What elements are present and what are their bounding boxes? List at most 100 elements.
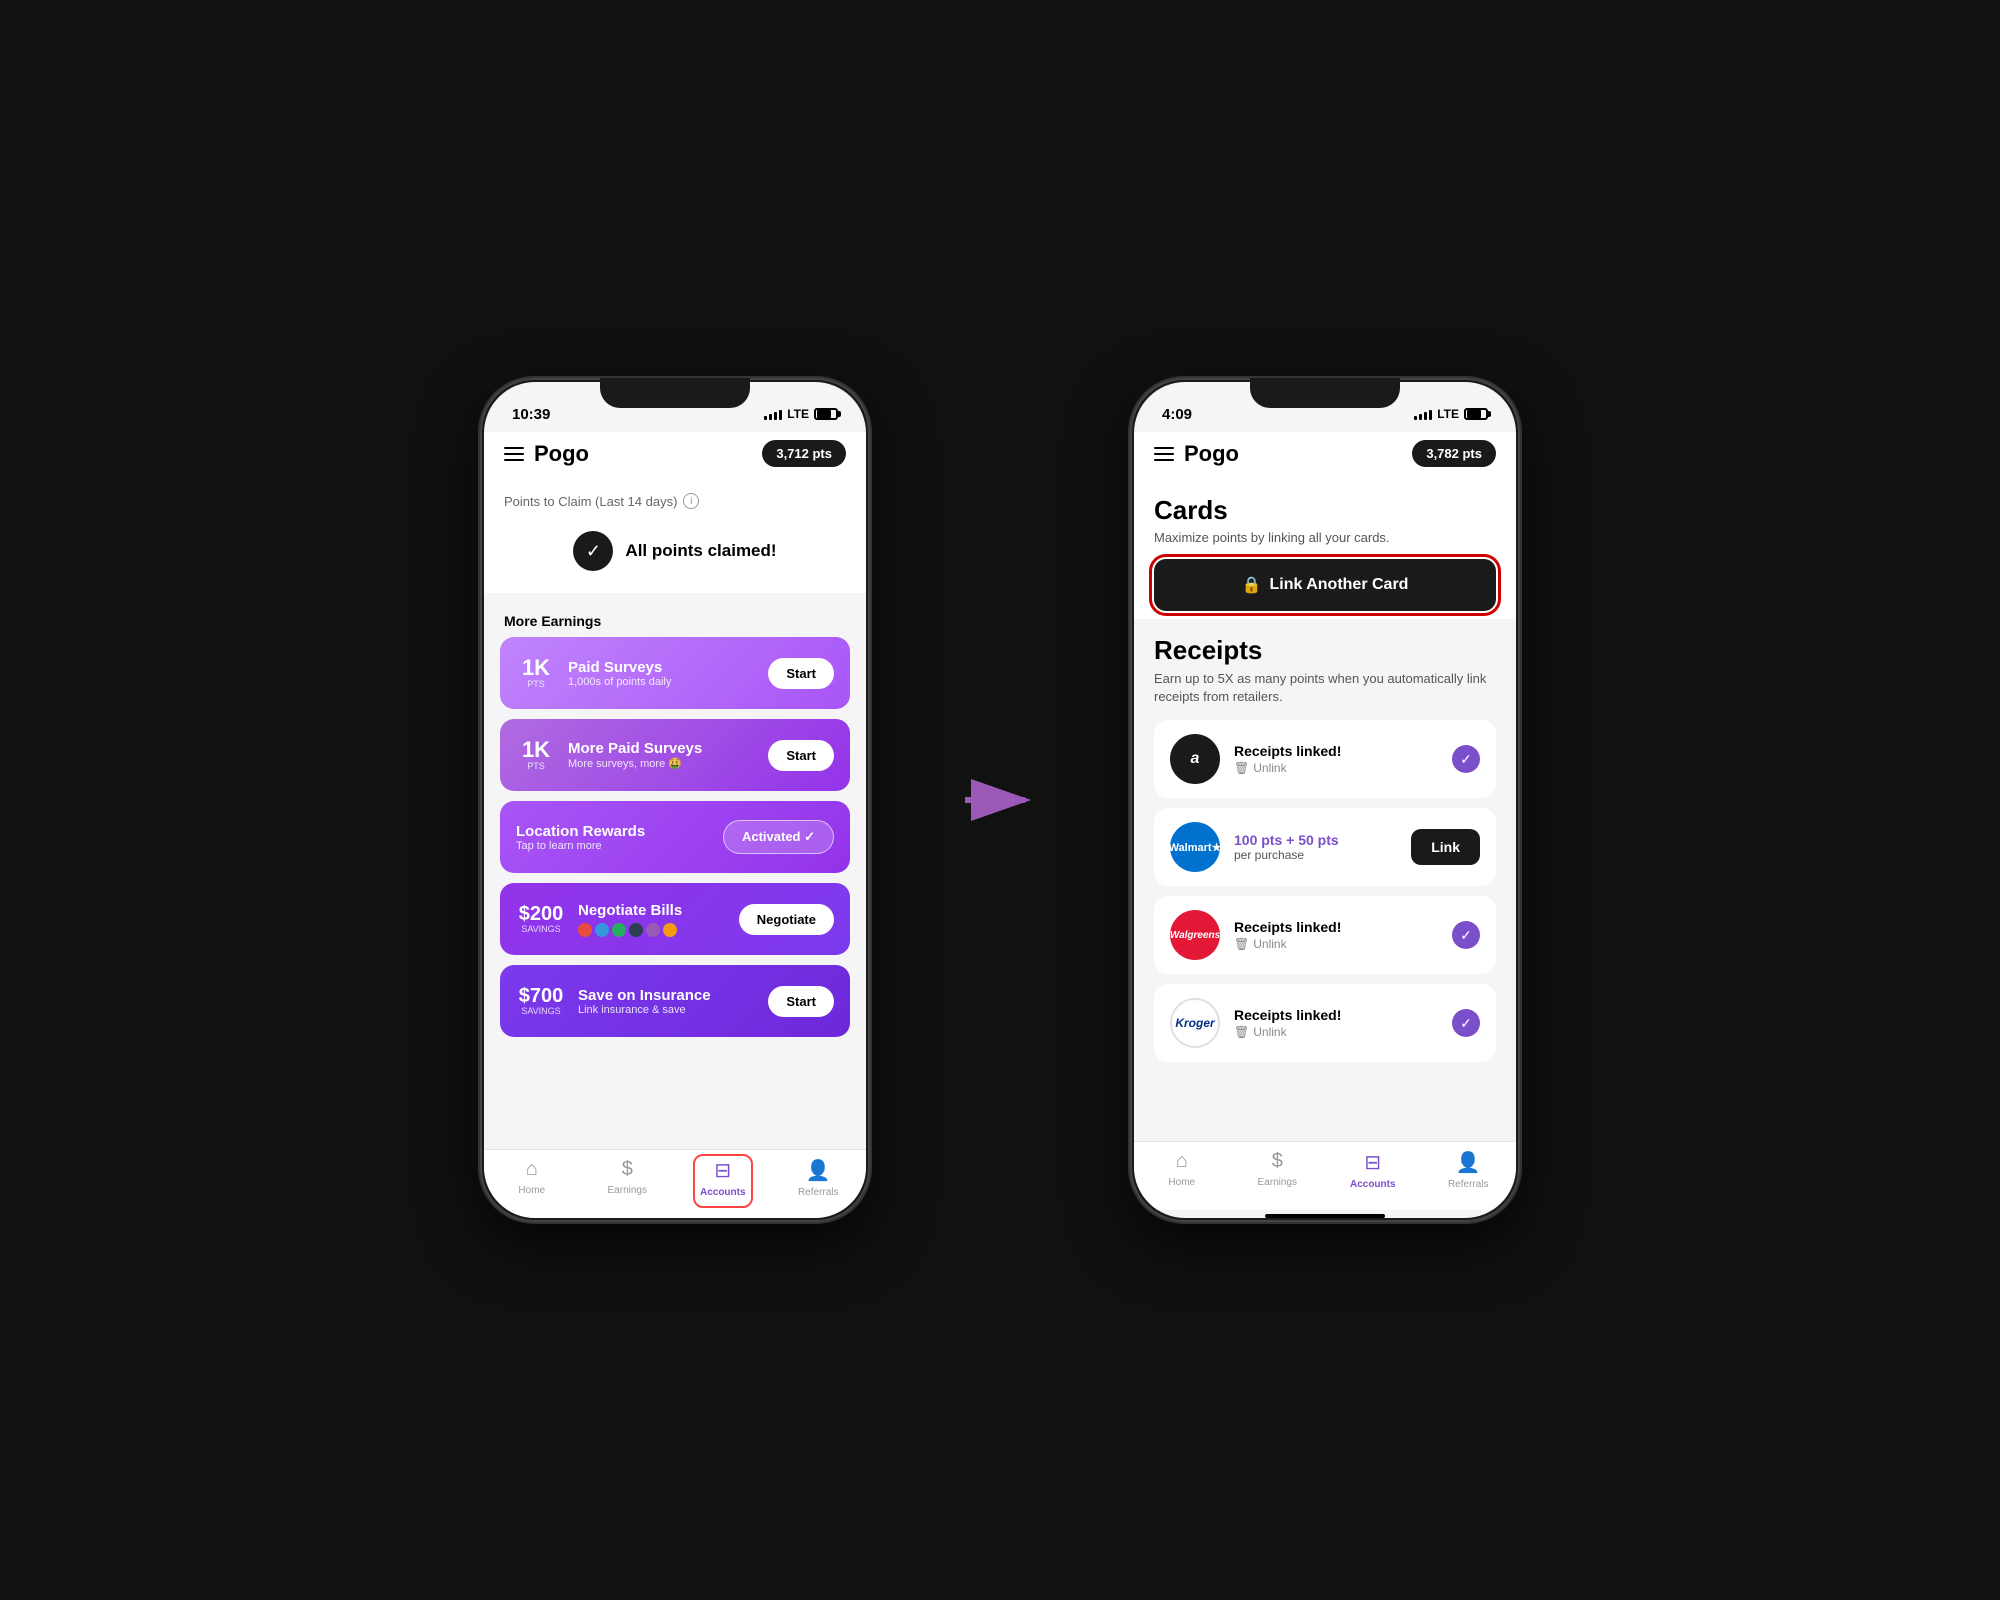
- status-icons-2: LTE: [1414, 407, 1488, 421]
- time-1: 10:39: [512, 406, 550, 423]
- nav-accounts-2[interactable]: ⊟ Accounts: [1325, 1150, 1421, 1190]
- info-icon[interactable]: i: [683, 493, 699, 509]
- menu-icon-2[interactable]: [1154, 447, 1174, 461]
- nav-referrals-2[interactable]: 👤 Referrals: [1421, 1150, 1517, 1190]
- nav-home-1[interactable]: ⌂ Home: [484, 1158, 580, 1198]
- home-icon-1: ⌂: [526, 1158, 538, 1181]
- amazon-status: Receipts linked!: [1234, 743, 1438, 759]
- walmart-logo: Walmart★: [1170, 822, 1220, 872]
- walmart-points: 100 pts + 50 pts: [1234, 832, 1397, 848]
- card-left-location: Location Rewards Tap to learn more: [516, 823, 723, 852]
- home-icon-2: ⌂: [1176, 1150, 1188, 1173]
- walmart-link-button[interactable]: Link: [1411, 829, 1480, 865]
- partner-icons: [578, 923, 682, 937]
- points-section: Points to Claim (Last 14 days) i ✓ All p…: [484, 479, 866, 593]
- savings-badge-insurance: $700 SAVINGS: [516, 986, 566, 1016]
- nav-earnings-1[interactable]: $ Earnings: [580, 1158, 676, 1198]
- time-2: 4:09: [1162, 406, 1192, 423]
- earning-card-more-surveys[interactable]: 1K PTS More Paid Surveys More surveys, m…: [500, 719, 850, 791]
- menu-icon-1[interactable]: [504, 447, 524, 461]
- savings-badge-negotiate: $200 SAVINGS: [516, 904, 566, 934]
- claimed-circle: ✓: [573, 531, 613, 571]
- earnings-icon-1: $: [622, 1158, 633, 1181]
- earnings-icon-2: $: [1272, 1150, 1283, 1173]
- card-info-negotiate: Negotiate Bills: [578, 902, 682, 937]
- claimed-text: All points claimed!: [625, 541, 776, 561]
- card-left-more-surveys: 1K PTS More Paid Surveys More surveys, m…: [516, 739, 768, 771]
- amazon-info: Receipts linked! 🗑 Unlink: [1234, 743, 1438, 775]
- earning-card-location[interactable]: Location Rewards Tap to learn more Activ…: [500, 801, 850, 873]
- receipt-item-kroger: Kroger Receipts linked! 🗑 Unlink ✓: [1154, 984, 1496, 1062]
- walgreens-status: Receipts linked!: [1234, 919, 1438, 935]
- kroger-check: ✓: [1452, 1009, 1480, 1037]
- arrow-container: [950, 770, 1050, 830]
- lock-icon: 🔒: [1242, 575, 1262, 595]
- trash-icon-amazon: 🗑: [1234, 761, 1249, 775]
- nav-earnings-label-2: Earnings: [1258, 1177, 1297, 1188]
- bottom-indicator: [1265, 1214, 1385, 1218]
- kroger-unlink-button[interactable]: 🗑 Unlink: [1234, 1025, 1438, 1039]
- card-info-location: Location Rewards Tap to learn more: [516, 823, 645, 852]
- all-claimed: ✓ All points claimed!: [504, 523, 846, 579]
- nav-earnings-label-1: Earnings: [608, 1185, 647, 1196]
- notch-1: [600, 378, 750, 408]
- bottom-nav-1: ⌂ Home $ Earnings ⊟ Accounts 👤 Referrals: [484, 1149, 866, 1218]
- battery-icon-2: [1464, 408, 1488, 420]
- amazon-logo: a: [1170, 734, 1220, 784]
- accounts-icon-2: ⊟: [1364, 1150, 1381, 1175]
- trash-icon-walgreens: 🗑: [1234, 937, 1249, 951]
- negotiate-button[interactable]: Negotiate: [739, 904, 834, 935]
- amazon-unlink-button[interactable]: 🗑 Unlink: [1234, 761, 1438, 775]
- lte-label-2: LTE: [1437, 407, 1459, 421]
- screen-content-2: Cards Maximize points by linking all you…: [1134, 479, 1516, 1141]
- notch-2: [1250, 378, 1400, 408]
- nav-home-2[interactable]: ⌂ Home: [1134, 1150, 1230, 1190]
- receipt-item-walgreens: Walgreens Receipts linked! 🗑 Unlink ✓: [1154, 896, 1496, 974]
- cards-title: Cards: [1154, 495, 1496, 526]
- main-scene: 10:39 LTE: [480, 378, 1520, 1222]
- walgreens-unlink-button[interactable]: 🗑 Unlink: [1234, 937, 1438, 951]
- app-header-1: Pogo 3,712 pts: [484, 432, 866, 479]
- referrals-icon-2: 👤: [1456, 1150, 1481, 1175]
- nav-accounts-label-2: Accounts: [1350, 1179, 1396, 1190]
- receipts-title: Receipts: [1154, 635, 1496, 666]
- lte-label-1: LTE: [787, 407, 809, 421]
- receipt-item-amazon: a Receipts linked! 🗑 Unlink ✓: [1154, 720, 1496, 798]
- app-logo-1: Pogo: [534, 441, 589, 467]
- pts-badge-more-surveys: 1K PTS: [516, 739, 556, 771]
- earning-card-insurance[interactable]: $700 SAVINGS Save on Insurance Link insu…: [500, 965, 850, 1037]
- nav-referrals-1[interactable]: 👤 Referrals: [771, 1158, 867, 1198]
- receipt-item-walmart: Walmart★ 100 pts + 50 pts per purchase L…: [1154, 808, 1496, 886]
- nav-referrals-label-2: Referrals: [1448, 1179, 1489, 1190]
- app-logo-2: Pogo: [1184, 441, 1239, 467]
- more-earnings-label: More Earnings: [484, 601, 866, 637]
- nav-referrals-label-1: Referrals: [798, 1187, 839, 1198]
- card-left-surveys: 1K PTS Paid Surveys 1,000s of points dai…: [516, 657, 768, 689]
- card-info-surveys: Paid Surveys 1,000s of points daily: [568, 659, 671, 688]
- walmart-info: 100 pts + 50 pts per purchase: [1234, 832, 1397, 862]
- points-badge-1: 3,712 pts: [762, 440, 846, 467]
- nav-home-label-2: Home: [1168, 1177, 1195, 1188]
- start-surveys-button[interactable]: Start: [768, 658, 834, 689]
- earning-card-surveys[interactable]: 1K PTS Paid Surveys 1,000s of points dai…: [500, 637, 850, 709]
- card-info-insurance: Save on Insurance Link insurance & save: [578, 987, 711, 1016]
- link-another-card-button[interactable]: 🔒 Link Another Card: [1154, 559, 1496, 611]
- start-insurance-button[interactable]: Start: [768, 986, 834, 1017]
- kroger-logo: Kroger: [1170, 998, 1220, 1048]
- activated-location-button[interactable]: Activated ✓: [723, 820, 834, 854]
- battery-icon-1: [814, 408, 838, 420]
- phone-1: 10:39 LTE: [480, 378, 870, 1222]
- status-icons-1: LTE: [764, 407, 838, 421]
- phone-2: 4:09 LTE: [1130, 378, 1520, 1222]
- nav-accounts-label-1: Accounts: [700, 1187, 746, 1198]
- walgreens-check: ✓: [1452, 921, 1480, 949]
- start-more-surveys-button[interactable]: Start: [768, 740, 834, 771]
- receipts-section: Receipts Earn up to 5X as many points wh…: [1134, 619, 1516, 1088]
- nav-accounts-1[interactable]: ⊟ Accounts: [675, 1158, 771, 1198]
- signal-icon-1: [764, 408, 782, 420]
- nav-earnings-2[interactable]: $ Earnings: [1230, 1150, 1326, 1190]
- signal-icon-2: [1414, 408, 1432, 420]
- cards-subtitle: Maximize points by linking all your card…: [1154, 530, 1496, 545]
- points-label: Points to Claim (Last 14 days) i: [504, 493, 846, 509]
- earning-card-negotiate[interactable]: $200 SAVINGS Negotiate Bills: [500, 883, 850, 955]
